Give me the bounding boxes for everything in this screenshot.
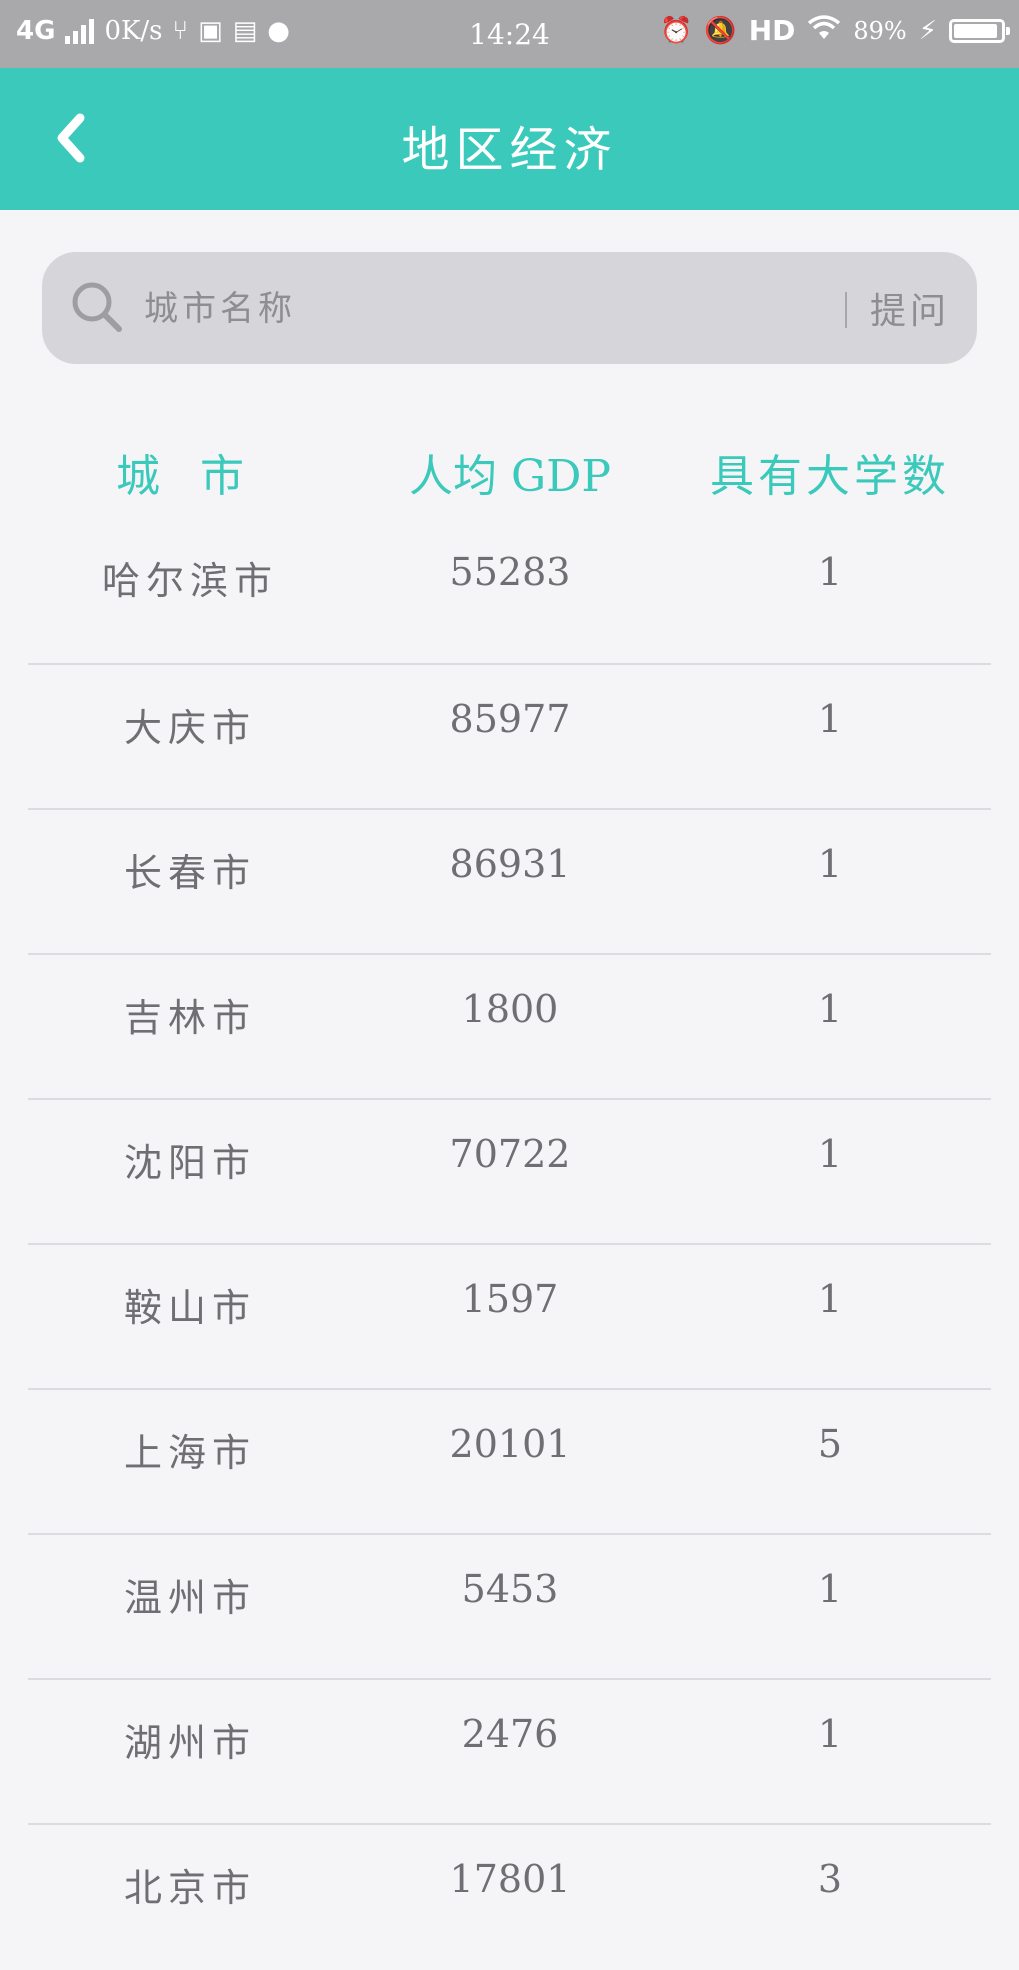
universities-cell: 1 — [817, 1712, 843, 1756]
column-header-universities: 具有大学数 — [710, 451, 950, 502]
ask-button[interactable]: 提问 — [870, 282, 950, 334]
gdp-cell: 2476 — [461, 1712, 559, 1756]
status-right: ⏰ 🔕 HD 89% ⚡ — [659, 14, 1010, 47]
status-bar: 4G 0K/s ⑂ ▣ ▤ ● 14:24 ⏰ 🔕 HD 89% ⚡ — [0, 0, 1019, 68]
gdp-cell: 55283 — [449, 550, 571, 594]
table-row[interactable]: 湖州市 2476 1 — [0, 1680, 1019, 1825]
city-cell: 长春市 — [123, 851, 256, 895]
table-row[interactable]: 鞍山市 1597 1 — [0, 1245, 1019, 1390]
city-cell: 上海市 — [123, 1431, 256, 1475]
search-box: 提问 — [42, 252, 977, 364]
city-cell: 鞍山市 — [123, 1286, 256, 1330]
universities-cell: 1 — [817, 987, 843, 1031]
table-body: 哈尔滨市 55283 1 大庆市 85977 1 长春市 86931 1 吉林市… — [0, 520, 1019, 1970]
alarm-icon: ⏰ — [659, 15, 693, 46]
city-cell: 哈尔滨市 — [101, 559, 278, 603]
table-row[interactable]: 温州市 5453 1 — [0, 1535, 1019, 1680]
hd-indicator: HD — [748, 14, 796, 47]
search-divider — [845, 292, 847, 328]
column-header-gdp: 人均 GDP — [408, 451, 612, 502]
table-row[interactable]: 北京市 17801 3 — [0, 1825, 1019, 1970]
table-row[interactable]: 沈阳市 70722 1 — [0, 1100, 1019, 1245]
table-row[interactable]: 大庆市 85977 1 — [0, 665, 1019, 810]
gdp-cell: 17801 — [449, 1857, 571, 1901]
universities-cell: 1 — [817, 1277, 843, 1321]
city-cell: 吉林市 — [123, 996, 256, 1040]
battery-icon — [949, 18, 1010, 43]
gdp-cell: 5453 — [461, 1567, 559, 1611]
gdp-cell: 1800 — [461, 987, 559, 1031]
universities-cell: 5 — [817, 1422, 843, 1466]
universities-cell: 1 — [817, 842, 843, 886]
universities-cell: 3 — [817, 1857, 843, 1901]
column-header-city: 城市 — [116, 451, 284, 502]
table-row[interactable]: 哈尔滨市 55283 1 — [0, 520, 1019, 665]
search-input[interactable] — [142, 278, 826, 340]
gdp-cell: 85977 — [449, 697, 571, 741]
universities-cell: 1 — [817, 697, 843, 741]
mute-bell-icon: 🔕 — [704, 15, 737, 46]
city-cell: 温州市 — [123, 1576, 256, 1620]
gdp-cell: 20101 — [449, 1422, 571, 1466]
gdp-cell: 1597 — [461, 1277, 559, 1321]
charging-icon: ⚡ — [918, 15, 937, 46]
gdp-cell: 86931 — [449, 842, 571, 886]
app-header: 地区经济 — [0, 68, 1019, 210]
gdp-cell: 70722 — [449, 1132, 571, 1176]
table-row[interactable]: 吉林市 1800 1 — [0, 955, 1019, 1100]
universities-cell: 1 — [817, 1132, 843, 1176]
universities-cell: 1 — [817, 1567, 843, 1611]
table-header: 城市 人均 GDP 具有大学数 — [0, 440, 1019, 510]
table-row[interactable]: 长春市 86931 1 — [0, 810, 1019, 955]
city-cell: 沈阳市 — [123, 1141, 256, 1185]
table-row[interactable]: 上海市 20101 5 — [0, 1390, 1019, 1535]
city-cell: 北京市 — [123, 1866, 256, 1910]
search-icon — [70, 280, 126, 340]
battery-percent: 89% — [853, 16, 907, 45]
universities-cell: 1 — [817, 550, 843, 594]
wifi-icon — [807, 15, 841, 46]
page-title: 地区经济 — [401, 122, 618, 178]
city-cell: 大庆市 — [123, 706, 256, 750]
city-cell: 湖州市 — [123, 1721, 256, 1765]
